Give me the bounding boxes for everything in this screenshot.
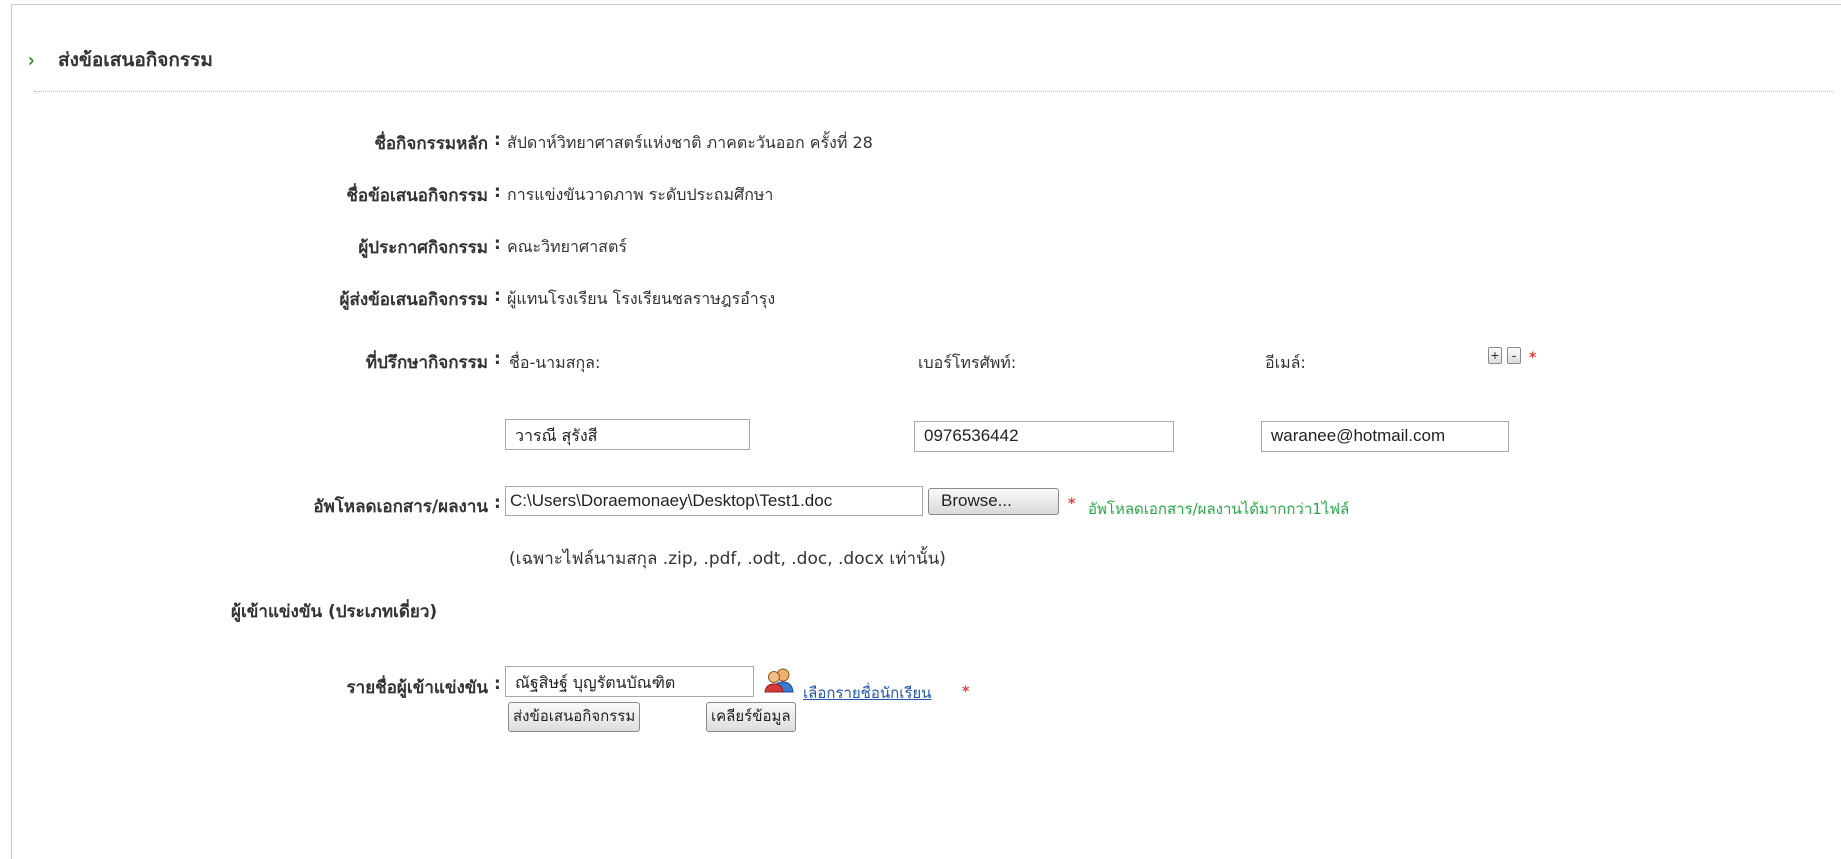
colon: : — [494, 493, 501, 513]
submit-proposal-button[interactable]: ส่งข้อเสนอกิจกรรม — [508, 702, 641, 732]
file-extensions-note: (เฉพาะไฟล์นามสกุล .zip, .pdf, .odt, .doc… — [509, 549, 946, 569]
advisor-label: ที่ปรึกษากิจกรรม — [365, 353, 488, 373]
announcer-value: คณะวิทยาศาสตร์ — [507, 237, 627, 256]
colon: : — [494, 286, 501, 306]
colon: : — [494, 674, 501, 694]
upload-label: อัพโหลดเอกสาร/ผลงาน — [313, 497, 488, 517]
competitors-label: รายชื่อผู้เข้าแข่งขัน — [346, 678, 488, 698]
colon: : — [494, 349, 501, 369]
section-header: › ส่งข้อเสนอกิจกรรม — [26, 45, 213, 75]
proposal-name-label: ชื่อข้อเสนอกิจกรรม — [346, 186, 488, 206]
submitter-value: ผู้แทนโรงเรียน โรงเรียนชลราษฎรอำรุง — [507, 289, 776, 308]
advisor-name-header: ชื่อ-นามสกุล: — [509, 353, 601, 372]
users-icon[interactable] — [764, 667, 794, 693]
required-mark: * — [1529, 350, 1537, 366]
file-path-input[interactable]: C:\Users\Doraemonaey\Desktop\Test1.doc — [505, 486, 923, 516]
announcer-label: ผู้ประกาศกิจกรรม — [358, 238, 488, 258]
required-mark: * — [1068, 496, 1076, 512]
clear-data-button[interactable]: เคลียร์ข้อมูล — [706, 702, 796, 732]
add-advisor-button[interactable]: + — [1488, 347, 1502, 364]
divider — [34, 91, 1834, 92]
advisor-name-input[interactable]: วารณี สุรังสี — [505, 419, 750, 450]
colon: : — [494, 130, 501, 150]
proposal-name-value: การแข่งขันวาดภาพ ระดับประถมศึกษา — [507, 185, 774, 204]
page-title: ส่งข้อเสนอกิจกรรม — [58, 49, 213, 71]
competitor-name-input[interactable]: ณัฐสิษฐ์ บุญรัตนบัณฑิต — [505, 666, 754, 697]
chevron-right-icon: › — [28, 48, 35, 72]
main-activity-label: ชื่อกิจกรรมหลัก — [374, 134, 488, 154]
colon: : — [494, 182, 501, 202]
required-mark: * — [962, 684, 970, 700]
multi-file-note: อัพโหลดเอกสาร/ผลงานได้มากกว่า1ไฟล์ — [1088, 500, 1350, 518]
advisor-email-input[interactable]: waranee@hotmail.com — [1261, 421, 1509, 452]
browse-button[interactable]: Browse... — [928, 488, 1059, 515]
submitter-label: ผู้ส่งข้อเสนอกิจกรรม — [339, 290, 488, 310]
advisor-email-header: อีเมล์: — [1265, 353, 1306, 372]
main-activity-value: สัปดาห์วิทยาศาสตร์แห่งชาติ ภาคตะวันออก ค… — [507, 133, 873, 152]
colon: : — [494, 234, 501, 254]
remove-advisor-button[interactable]: - — [1507, 347, 1521, 364]
competitors-section-title: ผู้เข้าแข่งขัน (ประเภทเดี่ยว) — [231, 602, 438, 622]
advisor-phone-header: เบอร์โทรศัพท์: — [918, 353, 1017, 372]
advisor-phone-input[interactable]: 0976536442 — [914, 421, 1174, 452]
select-students-link[interactable]: เลือกรายชื่อนักเรียน — [803, 681, 931, 705]
